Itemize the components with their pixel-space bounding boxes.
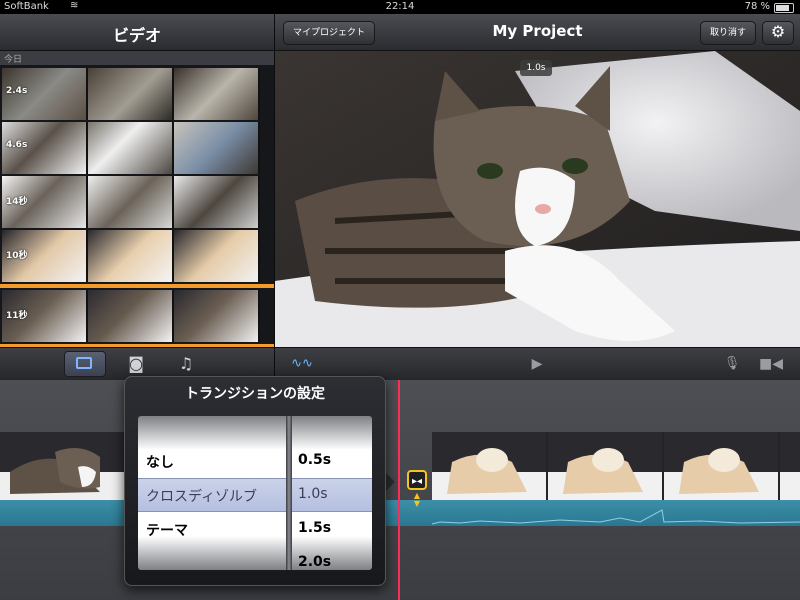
settings-button[interactable]: ⚙ [762,21,794,45]
transition-icon: ▸◂ [411,476,423,487]
transition-duration-option[interactable]: 1.5s [298,520,331,536]
panel-divider [274,14,275,379]
project-header: マイプロジェクト My Project 取り消す ⚙ [275,14,800,51]
transition-duration-option[interactable]: 0.5s [298,452,331,468]
waveform-icon: ∿∿ [291,356,313,371]
clip-thumbnail [174,176,260,228]
section-header-today: 今日 [0,51,274,65]
audio-waveform [431,509,800,525]
transition-duration-option[interactable]: 2.0s [298,554,331,570]
timeline-clip[interactable] [432,432,800,500]
transition-type-option[interactable]: テーマ [146,520,188,540]
clip-thumbnail [174,230,260,282]
transition-trim-arrows-icon[interactable]: ▲ ▼ [409,492,425,508]
clip-row[interactable]: 2.4s [2,68,272,120]
transition-button[interactable]: ▸◂ [407,470,427,490]
picker-divider [286,416,292,570]
clip-duration: 10秒 [6,251,28,261]
clip-used-indicator [0,284,274,288]
camera-record-button[interactable]: ■◀ [755,352,787,376]
clip-thumbnail [174,122,260,174]
transition-type-option[interactable]: なし [146,452,174,472]
clip-thumbnail [88,176,174,228]
photo-tab-button[interactable]: ◙ [122,352,150,376]
clip-row[interactable]: 14秒 [2,176,272,228]
clip-thumbnail [88,290,174,342]
timeline-clip[interactable] [0,432,124,500]
clip-list[interactable]: 2.4s 4.6s 14秒 10秒 11秒 [0,65,274,347]
playhead[interactable] [398,380,400,600]
transition-duration-option-selected[interactable]: 1.0s [298,486,328,502]
clip-thumbnail [174,290,260,342]
undo-button[interactable]: 取り消す [700,21,756,45]
transition-picker[interactable]: なし クロスディゾルブ テーマ 0.5s 1.0s 1.5s 2.0s [138,416,372,570]
clip-row[interactable]: 10秒 [2,230,272,282]
clock: 22:14 [385,1,415,12]
music-tab-button[interactable]: ♫ [172,352,200,376]
clip-duration: 11秒 [6,311,28,321]
popover-title: トランジションの設定 [185,386,325,402]
microphone-icon: 🎙 [723,356,741,371]
play-button[interactable]: ▶ [523,352,551,376]
battery-percent: 78 % [744,1,770,12]
play-icon: ▶ [531,356,543,372]
clip-thumbnail [0,432,124,500]
clip-thumbnail [174,68,260,120]
clip-duration: 4.6s [6,140,28,150]
record-voiceover-button[interactable]: 🎙 [719,352,745,376]
clip-duration: 2.4s [6,86,28,96]
clip-row[interactable]: 4.6s [2,122,272,174]
status-bar: SoftBank ≋ 22:14 78 % [0,0,800,14]
camera-icon: ◙ [128,354,144,373]
clip-duration-badge: 1.0s [520,60,552,76]
clip-thumbnail [88,230,174,282]
clip-row[interactable]: 11秒 [2,290,272,342]
audio-waveform-button[interactable]: ∿∿ [287,352,317,376]
gear-icon: ⚙ [770,22,786,41]
video-preview[interactable] [275,51,800,347]
transition-type-option-selected[interactable]: クロスディゾルブ [146,486,257,506]
video-icon [76,357,92,369]
video-tab-button[interactable] [64,351,106,377]
clip-filmstrip [432,432,800,500]
clip-duration: 14秒 [6,197,28,207]
clip-thumbnail [88,122,174,174]
media-browser-header: ビデオ [0,14,274,51]
video-camera-icon: ■◀ [759,356,783,372]
video-frame-image [275,51,800,347]
clip-thumbnail [88,68,174,120]
music-note-icon: ♫ [178,354,194,373]
battery-icon [774,3,794,13]
section-label: 今日 [4,55,23,65]
audio-track[interactable] [0,500,800,526]
media-browser-title: ビデオ [112,26,161,45]
